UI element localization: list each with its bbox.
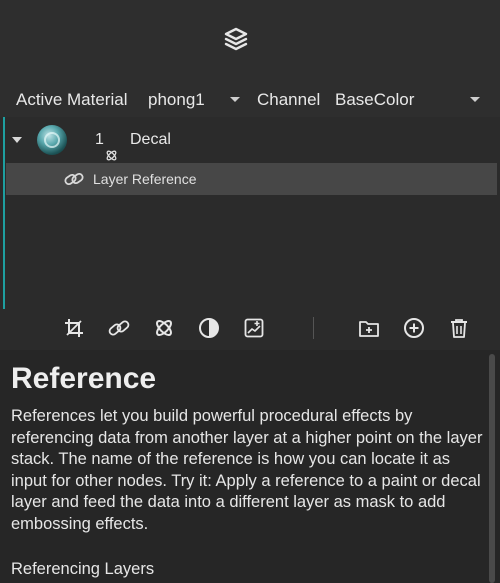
selection-accent-line — [3, 117, 5, 309]
material-row: Active Material phong1 Channel BaseColor — [0, 83, 500, 117]
channel-label: Channel — [257, 90, 321, 109]
layer-stack: 1 Decal Layer Reference — [0, 117, 500, 309]
layer-index: 1 — [95, 131, 104, 148]
folder-add-icon[interactable] — [358, 317, 380, 339]
help-title: Reference — [11, 362, 157, 395]
chevron-down-icon[interactable] — [230, 97, 240, 102]
decal-icon — [106, 150, 117, 161]
layers-stack-icon[interactable] — [223, 26, 249, 54]
layer-reference-row[interactable]: Layer Reference — [6, 163, 497, 195]
channel-select[interactable]: BaseColor — [335, 90, 414, 110]
layer-reference-label: Layer Reference — [93, 171, 197, 187]
expand-caret-icon[interactable] — [12, 137, 22, 143]
trash-icon[interactable] — [448, 317, 470, 339]
layer-name[interactable]: Decal — [130, 131, 171, 149]
help-panel: Reference References let you build power… — [0, 350, 500, 583]
help-body: References let you build powerful proced… — [11, 407, 483, 533]
link-icon[interactable] — [108, 317, 130, 339]
layer-toolbar — [0, 309, 500, 347]
image-add-icon[interactable] — [243, 317, 265, 339]
decal-icon[interactable] — [153, 317, 175, 339]
crop-icon[interactable] — [63, 317, 85, 339]
layer-row[interactable]: 1 Decal — [0, 117, 500, 163]
layer-thumbnail[interactable] — [37, 125, 67, 155]
help-subheading: Referencing Layers — [11, 560, 155, 578]
active-material-select[interactable]: phong1 — [148, 90, 205, 110]
contrast-icon[interactable] — [198, 317, 220, 339]
link-icon — [64, 172, 84, 186]
toolbar-separator — [313, 317, 314, 339]
active-material-label: Active Material — [16, 90, 128, 109]
help-scrollbar[interactable] — [489, 354, 495, 583]
add-circle-icon[interactable] — [403, 317, 425, 339]
chevron-down-icon[interactable] — [470, 97, 480, 102]
panel-header — [0, 0, 500, 83]
